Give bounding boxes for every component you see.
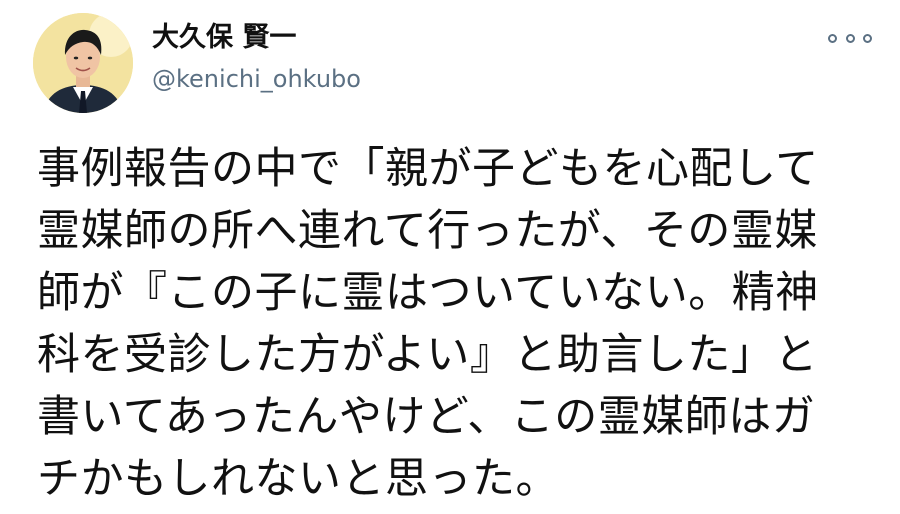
tweet-text-line: チかもしれないと思った。 [37,454,559,504]
author-name[interactable]: 大久保 賢一 [152,22,296,54]
tweet-text-line: 書いてあったんやけど、この霊媒師はガ [37,392,816,442]
author-handle[interactable]: @kenichi_ohkubo [152,64,361,94]
more-options-icon [828,33,837,43]
tweet-text-line: 霊媒師の所へ連れて行ったが、その霊媒 [37,206,818,256]
profile-photo-icon [33,13,133,113]
tweet-text-line: 科を受診した方がよい』と助言した」と [37,330,818,380]
avatar[interactable] [33,13,133,113]
more-options-button[interactable] [828,26,872,50]
tweet-text: 事例報告の中で「親が子どもを心配して 霊媒師の所へ連れて行ったが、その霊媒 師が… [37,138,877,510]
more-options-icon [863,33,872,43]
more-options-icon [845,33,855,43]
tweet-text-line: 師が『この子に霊はついていない。精神 [37,268,819,318]
tweet-text-line: 事例報告の中で「親が子どもを心配して [37,144,819,194]
